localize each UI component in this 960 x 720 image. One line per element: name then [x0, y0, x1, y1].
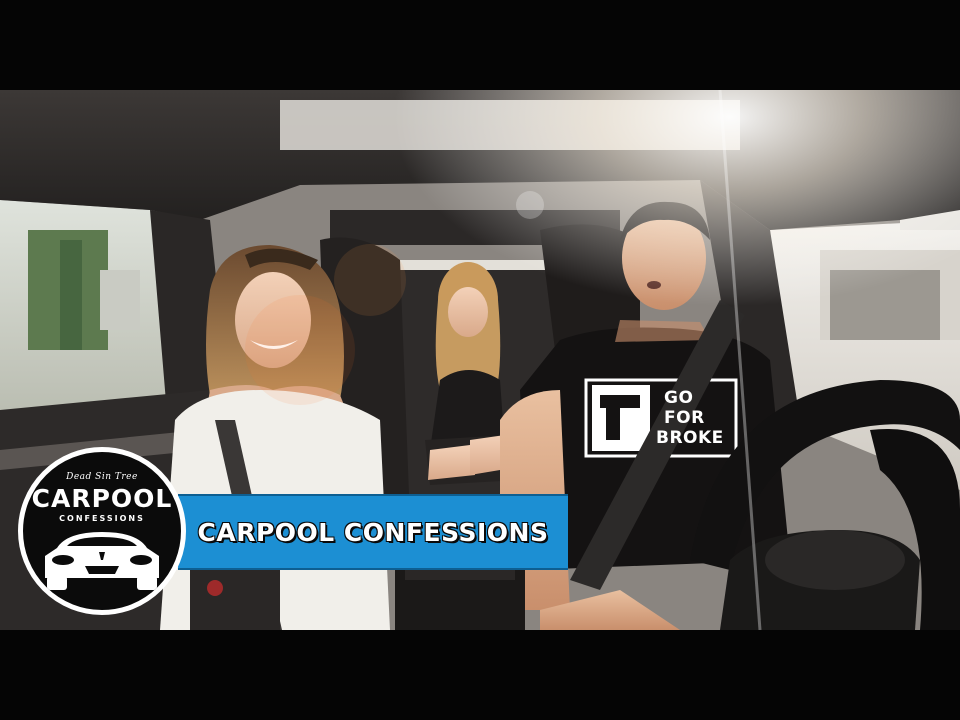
carpool-confessions-logo: Dead Sin Tree CARPOOL CONFESSIONS [18, 447, 186, 615]
shirt-print-for: FOR [664, 408, 705, 428]
title-banner-inner: CARPOOL CONFESSIONS [190, 506, 556, 558]
title-banner-text: CARPOOL CONFESSIONS [197, 518, 549, 547]
shirt-print-broke: BROKE [656, 428, 724, 448]
letterbox-top [0, 0, 960, 90]
car-front-icon [45, 532, 159, 590]
shirt-print-go: GO [664, 388, 694, 408]
title-banner: CARPOOL CONFESSIONS [178, 494, 568, 570]
letterbox-bottom [0, 630, 960, 720]
logo-subtitle: CONFESSIONS [59, 514, 145, 523]
video-frame: GO FOR BROKE CARPOOL CONFESSIONS Dead Si… [0, 0, 960, 720]
logo-title: CARPOOL [31, 484, 173, 513]
logo-brand-script: Dead Sin Tree [66, 472, 138, 482]
